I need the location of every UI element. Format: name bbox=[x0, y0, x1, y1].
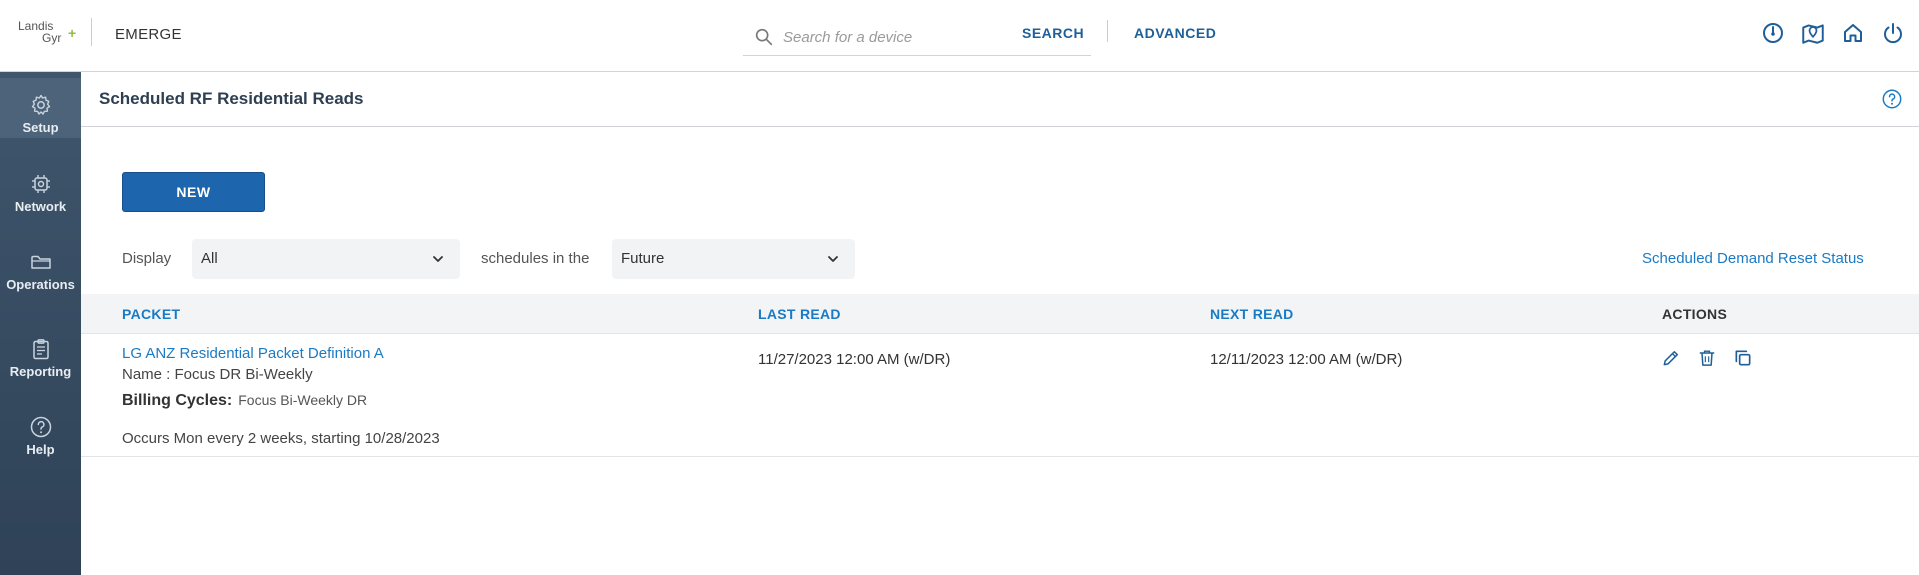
schedules-in-label: schedules in the bbox=[481, 250, 590, 267]
billing-cycles-label: Billing Cycles: bbox=[122, 392, 233, 409]
gear-icon bbox=[28, 92, 54, 118]
sidebar-item-label: Help bbox=[26, 442, 55, 457]
column-header-packet[interactable]: PACKET bbox=[122, 306, 180, 322]
help-circle-icon bbox=[28, 414, 54, 440]
recurrence-text: Occurs Mon every 2 weeks, starting 10/28… bbox=[122, 430, 440, 447]
scheduled-demand-reset-status-link[interactable]: Scheduled Demand Reset Status bbox=[1642, 250, 1864, 267]
sidebar-item-label: Reporting bbox=[9, 364, 72, 379]
logo-line2: Gyr bbox=[42, 31, 62, 45]
billing-cycles-value: Focus Bi-Weekly DR bbox=[238, 392, 368, 408]
logo-divider bbox=[91, 18, 92, 46]
sidebar-item-label: Network bbox=[14, 199, 67, 214]
sidebar-item-label: Operations bbox=[6, 277, 75, 292]
next-read-value: 12/11/2023 12:00 AM (w/DR) bbox=[1210, 351, 1403, 368]
time-range-select[interactable]: Future bbox=[612, 239, 855, 279]
logo-plus: + bbox=[68, 25, 77, 41]
network-chip-icon bbox=[28, 171, 54, 197]
page-title: Scheduled RF Residential Reads bbox=[99, 89, 364, 108]
sidebar-item-setup[interactable]: Setup bbox=[0, 78, 81, 138]
power-icon[interactable] bbox=[1879, 19, 1907, 47]
column-header-last-read[interactable]: LAST READ bbox=[758, 306, 841, 322]
advanced-search-button[interactable]: ADVANCED bbox=[1134, 25, 1216, 41]
display-select-value: All bbox=[201, 250, 218, 267]
delete-trash-icon[interactable] bbox=[1696, 347, 1718, 369]
page-title-bar: Scheduled RF Residential Reads bbox=[81, 72, 1919, 127]
clipboard-icon bbox=[28, 336, 54, 362]
sidebar-item-label: Setup bbox=[22, 120, 59, 135]
page-help-icon[interactable] bbox=[1881, 88, 1903, 110]
table-header: PACKET LAST READ NEXT READ ACTIONS bbox=[81, 294, 1919, 334]
top-icon-group bbox=[1759, 19, 1907, 47]
column-header-actions: ACTIONS bbox=[1662, 306, 1728, 322]
row-actions bbox=[1660, 347, 1754, 369]
table-row: LG ANZ Residential Packet Definition A N… bbox=[81, 334, 1919, 457]
sidebar-item-operations[interactable]: Operations bbox=[0, 235, 81, 295]
folder-icon bbox=[28, 249, 54, 275]
home-icon[interactable] bbox=[1839, 19, 1867, 47]
sidebar-item-reporting[interactable]: Reporting bbox=[0, 322, 81, 382]
dashboard-gauge-icon[interactable] bbox=[1759, 19, 1787, 47]
last-read-value: 11/27/2023 12:00 AM (w/DR) bbox=[758, 351, 951, 368]
search-button[interactable]: SEARCH bbox=[1022, 25, 1084, 41]
chevron-down-icon bbox=[828, 256, 838, 262]
billing-cycles: Billing Cycles: Focus Bi-Weekly DR bbox=[122, 392, 367, 410]
column-header-next-read[interactable]: NEXT READ bbox=[1210, 306, 1294, 322]
chevron-down-icon bbox=[433, 256, 443, 262]
top-bar: Landis Gyr + EMERGE SEARCH ADVANCED bbox=[0, 0, 1919, 72]
search-separator bbox=[1107, 20, 1108, 42]
time-range-select-value: Future bbox=[621, 250, 665, 267]
sidebar-item-help[interactable]: Help bbox=[0, 400, 81, 460]
app-name: EMERGE bbox=[115, 26, 182, 43]
display-label: Display bbox=[122, 250, 172, 267]
packet-link[interactable]: LG ANZ Residential Packet Definition A bbox=[122, 345, 384, 362]
display-select[interactable]: All bbox=[192, 239, 460, 279]
map-pin-icon[interactable] bbox=[1799, 19, 1827, 47]
search-input[interactable] bbox=[783, 25, 1003, 49]
edit-pencil-icon[interactable] bbox=[1660, 347, 1682, 369]
copy-duplicate-icon[interactable] bbox=[1732, 347, 1754, 369]
new-schedule-button[interactable]: NEW bbox=[122, 172, 265, 212]
sidebar-item-network[interactable]: Network bbox=[0, 157, 81, 217]
search-icon bbox=[755, 28, 773, 46]
landis-gyr-logo[interactable]: Landis Gyr + bbox=[18, 20, 77, 50]
schedule-name: Name : Focus DR Bi-Weekly bbox=[122, 366, 313, 383]
sidebar: Setup Network Operations Reporting Help bbox=[0, 72, 81, 575]
